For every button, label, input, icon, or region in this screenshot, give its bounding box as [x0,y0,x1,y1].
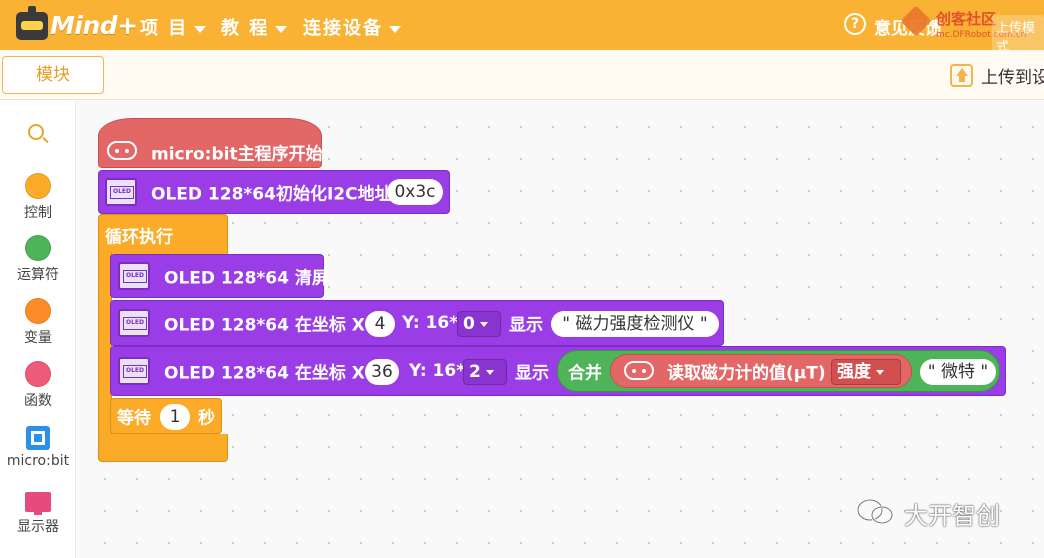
chevron-down-icon [194,25,207,33]
x-input[interactable]: 4 [365,311,395,337]
show-label: 显示 [509,315,543,336]
block-join[interactable]: 合并 读取磁力计的值(μT) 强度 " 微特 " [557,350,1000,392]
menu-project[interactable]: 项 目 [140,14,207,40]
chevron-down-icon [485,369,494,375]
question-icon[interactable]: ? [844,13,866,35]
category-label: 函数 [24,393,52,409]
chevron-down-icon [275,25,288,33]
block-forever-loop[interactable]: 循环执行 [98,214,228,254]
robot-logo-icon [16,6,48,40]
y-row-value: 0 [463,314,475,334]
y-row-dropdown[interactable]: 0 [457,311,501,337]
operators-dot-icon [25,235,51,261]
category-sidebar: 控制 运算符 变量 函数 micro:bit 显示器 [0,101,76,558]
chevron-down-icon [876,369,884,375]
tab-modules[interactable]: 模块 [2,56,104,94]
screen-icon [25,492,51,515]
upload-icon [950,64,973,87]
category-operators[interactable]: 运算符 [0,235,76,284]
read-label: 读取磁力计的值(μT) [667,363,826,384]
category-microbit[interactable]: micro:bit [0,426,76,469]
oled-icon [105,178,137,206]
menu-tutorial[interactable]: 教 程 [221,14,288,40]
block-label: OLED 128*64初始化I2C地址 [151,184,392,205]
loop-footer [98,434,228,462]
chip-icon [26,426,50,450]
control-dot-icon [25,173,51,199]
microbit-icon [107,141,137,160]
join-label: 合并 [568,363,602,384]
y-label: Y: 16* [409,361,466,381]
seconds-input[interactable]: 1 [160,404,190,430]
block-label: micro:bit主程序开始 [151,144,323,165]
block-microbit-main[interactable]: micro:bit主程序开始 [98,118,323,168]
chevron-down-icon [479,321,488,327]
category-label: 运算符 [17,267,59,283]
y-row-dropdown[interactable]: 2 [463,359,507,385]
menu-connect-device[interactable]: 连接设备 [303,14,401,40]
block-oled-clear[interactable]: OLED 128*64 清屏 [110,254,329,298]
upload-label: 上传到设备 [981,68,1044,88]
category-variables[interactable]: 变量 [0,298,76,347]
oled-icon [118,262,150,290]
community-brand-title: 创客社区 [936,10,997,28]
toolbar: 模块 上传到设备 [0,50,1044,100]
i2c-address-input[interactable]: 0x3c [387,179,443,205]
block-label: OLED 128*64 在坐标 X: [164,315,372,336]
block-label: OLED 128*64 清屏 [164,268,329,289]
magnetometer-option-dropdown[interactable]: 强度 [831,359,901,385]
unit-text-input[interactable]: " 微特 " [920,359,996,385]
seconds-unit-label: 秒 [198,408,215,429]
oled-icon [118,309,150,337]
wechat-icon [856,498,894,525]
option-value: 强度 [837,362,871,382]
category-control[interactable]: 控制 [0,173,76,222]
block-wait[interactable]: 等待 1 秒 [110,398,222,434]
category-display[interactable]: 显示器 [0,490,76,536]
block-oled-show-2[interactable]: OLED 128*64 在坐标 X: 36 Y: 16* 2 显示 合并 读取磁… [110,346,1006,396]
chevron-down-icon [389,25,401,33]
y-row-value: 2 [469,362,481,382]
block-oled-init[interactable]: OLED 128*64初始化I2C地址 0x3c [98,170,450,214]
watermark-text: 大开智创 [904,502,1000,530]
category-label: 显示器 [17,519,59,535]
x-input[interactable]: 36 [365,359,399,385]
block-read-magnetometer[interactable]: 读取磁力计的值(μT) 强度 [610,354,912,388]
y-label: Y: 16* [402,313,459,333]
wait-label: 等待 [117,408,151,429]
search-icon[interactable] [28,124,44,140]
menu-tutorial-label: 教 程 [221,18,270,39]
variables-dot-icon [25,298,51,324]
display-text-input[interactable]: " 磁力强度检测仪 " [551,311,719,337]
block-oled-show-1[interactable]: OLED 128*64 在坐标 X: 4 Y: 16* 0 显示 " 磁力强度检… [110,300,724,346]
show-label: 显示 [515,363,549,384]
mindplus-logo[interactable]: Mind+ [16,6,138,42]
category-label: micro:bit [6,453,70,469]
category-label: 变量 [24,330,52,346]
block-label: 循环执行 [105,227,173,247]
oled-icon [118,357,150,385]
menu-project-label: 项 目 [140,18,189,39]
logo-text: Mind+ [50,11,138,40]
category-label: 控制 [24,205,52,221]
category-functions[interactable]: 函数 [0,361,76,410]
top-menu-bar: Mind+ 项 目 教 程 连接设备 ? 意见反馈 创客社区 mc.DFRobo… [0,0,1044,57]
menu-connect-label: 连接设备 [303,18,383,39]
functions-dot-icon [25,361,51,387]
microbit-icon [624,361,654,380]
block-label: OLED 128*64 在坐标 X: [164,363,372,384]
